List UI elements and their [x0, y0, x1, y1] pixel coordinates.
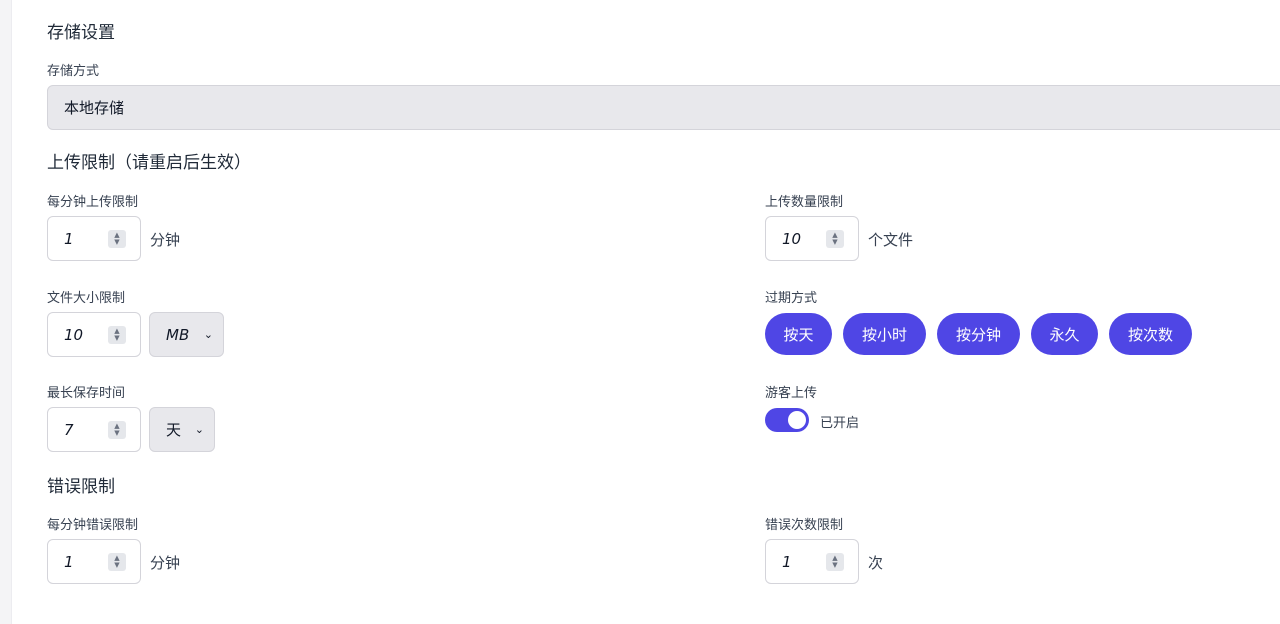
guest-upload-label: 游客上传: [765, 386, 818, 401]
upload-count-label: 上传数量限制: [765, 195, 844, 210]
file-size-unit-value: MB: [166, 325, 190, 344]
upload-per-minute-input[interactable]: 1 ▲ ▼: [47, 216, 141, 261]
chevron-down-icon: ⌄: [203, 328, 213, 341]
upload-per-minute-unit: 分钟: [150, 231, 181, 249]
stepper-icon[interactable]: ▲ ▼: [108, 229, 126, 248]
expire-option-hour[interactable]: 按小时: [843, 313, 926, 355]
storage-method-label: 存储方式: [47, 64, 100, 79]
file-size-value: 10: [64, 325, 84, 344]
error-per-minute-unit: 分钟: [150, 554, 181, 572]
expire-option-count[interactable]: 按次数: [1109, 313, 1192, 355]
storage-method-value: 本地存储: [64, 99, 125, 117]
upload-count-input[interactable]: 10 ▲ ▼: [765, 216, 859, 261]
expire-option-day[interactable]: 按天: [765, 313, 832, 355]
error-count-unit: 次: [868, 554, 884, 572]
upload-per-minute-label: 每分钟上传限制: [47, 195, 139, 210]
retention-input[interactable]: 7 ▲ ▼: [47, 407, 141, 452]
upload-per-minute-value: 1: [64, 229, 74, 248]
retention-unit-select[interactable]: 天 ⌄: [149, 407, 215, 452]
storage-section-title: 存储设置: [47, 23, 115, 43]
storage-method-select[interactable]: 本地存储: [47, 85, 1280, 130]
stepper-icon[interactable]: ▲ ▼: [108, 420, 126, 439]
retention-unit-value: 天: [166, 421, 182, 439]
guest-upload-status: 已开启: [820, 416, 860, 431]
error-count-label: 错误次数限制: [765, 518, 844, 533]
expire-option-forever[interactable]: 永久: [1031, 313, 1098, 355]
retention-value: 7: [64, 420, 74, 439]
file-size-label: 文件大小限制: [47, 291, 126, 306]
error-limit-section-title: 错误限制: [47, 477, 115, 497]
error-per-minute-label: 每分钟错误限制: [47, 518, 139, 533]
expire-mode-label: 过期方式: [765, 291, 818, 306]
toggle-knob: [788, 411, 806, 429]
error-per-minute-value: 1: [64, 552, 74, 571]
expire-option-minute[interactable]: 按分钟: [937, 313, 1020, 355]
retention-label: 最长保存时间: [47, 386, 126, 401]
stepper-icon[interactable]: ▲ ▼: [826, 229, 844, 248]
settings-page: 存储设置 存储方式 本地存储 上传限制（请重启后生效） 每分钟上传限制 1 ▲ ▼…: [0, 0, 1280, 624]
error-per-minute-input[interactable]: 1 ▲ ▼: [47, 539, 141, 584]
error-count-value: 1: [782, 552, 792, 571]
upload-count-unit: 个文件: [868, 231, 914, 249]
stepper-icon[interactable]: ▲ ▼: [108, 325, 126, 344]
file-size-unit-select[interactable]: MB ⌄: [149, 312, 224, 357]
chevron-down-icon: ⌄: [194, 423, 204, 436]
upload-count-value: 10: [782, 229, 802, 248]
file-size-input[interactable]: 10 ▲ ▼: [47, 312, 141, 357]
error-count-input[interactable]: 1 ▲ ▼: [765, 539, 859, 584]
stepper-icon[interactable]: ▲ ▼: [108, 552, 126, 571]
upload-limit-section-title: 上传限制（请重启后生效）: [47, 153, 251, 173]
sidebar-edge: [0, 0, 12, 624]
stepper-icon[interactable]: ▲ ▼: [826, 552, 844, 571]
guest-upload-toggle[interactable]: [765, 408, 809, 432]
